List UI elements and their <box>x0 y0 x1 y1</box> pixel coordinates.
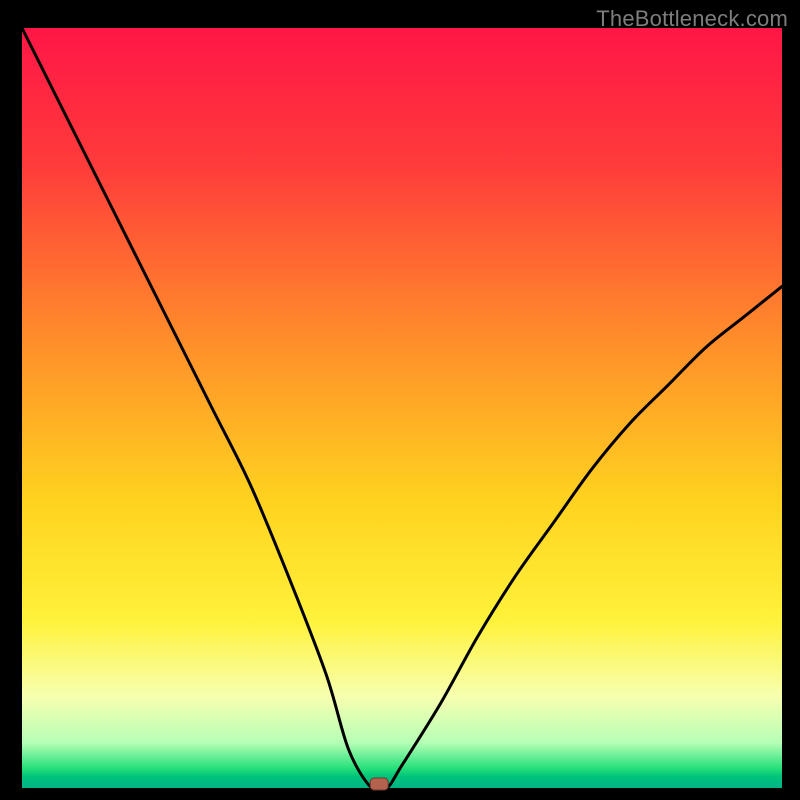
plot-background <box>22 28 782 788</box>
bottleneck-chart <box>0 0 800 800</box>
watermark-text: TheBottleneck.com <box>596 6 788 32</box>
chart-frame: TheBottleneck.com <box>0 0 800 800</box>
minimum-marker <box>370 778 388 790</box>
